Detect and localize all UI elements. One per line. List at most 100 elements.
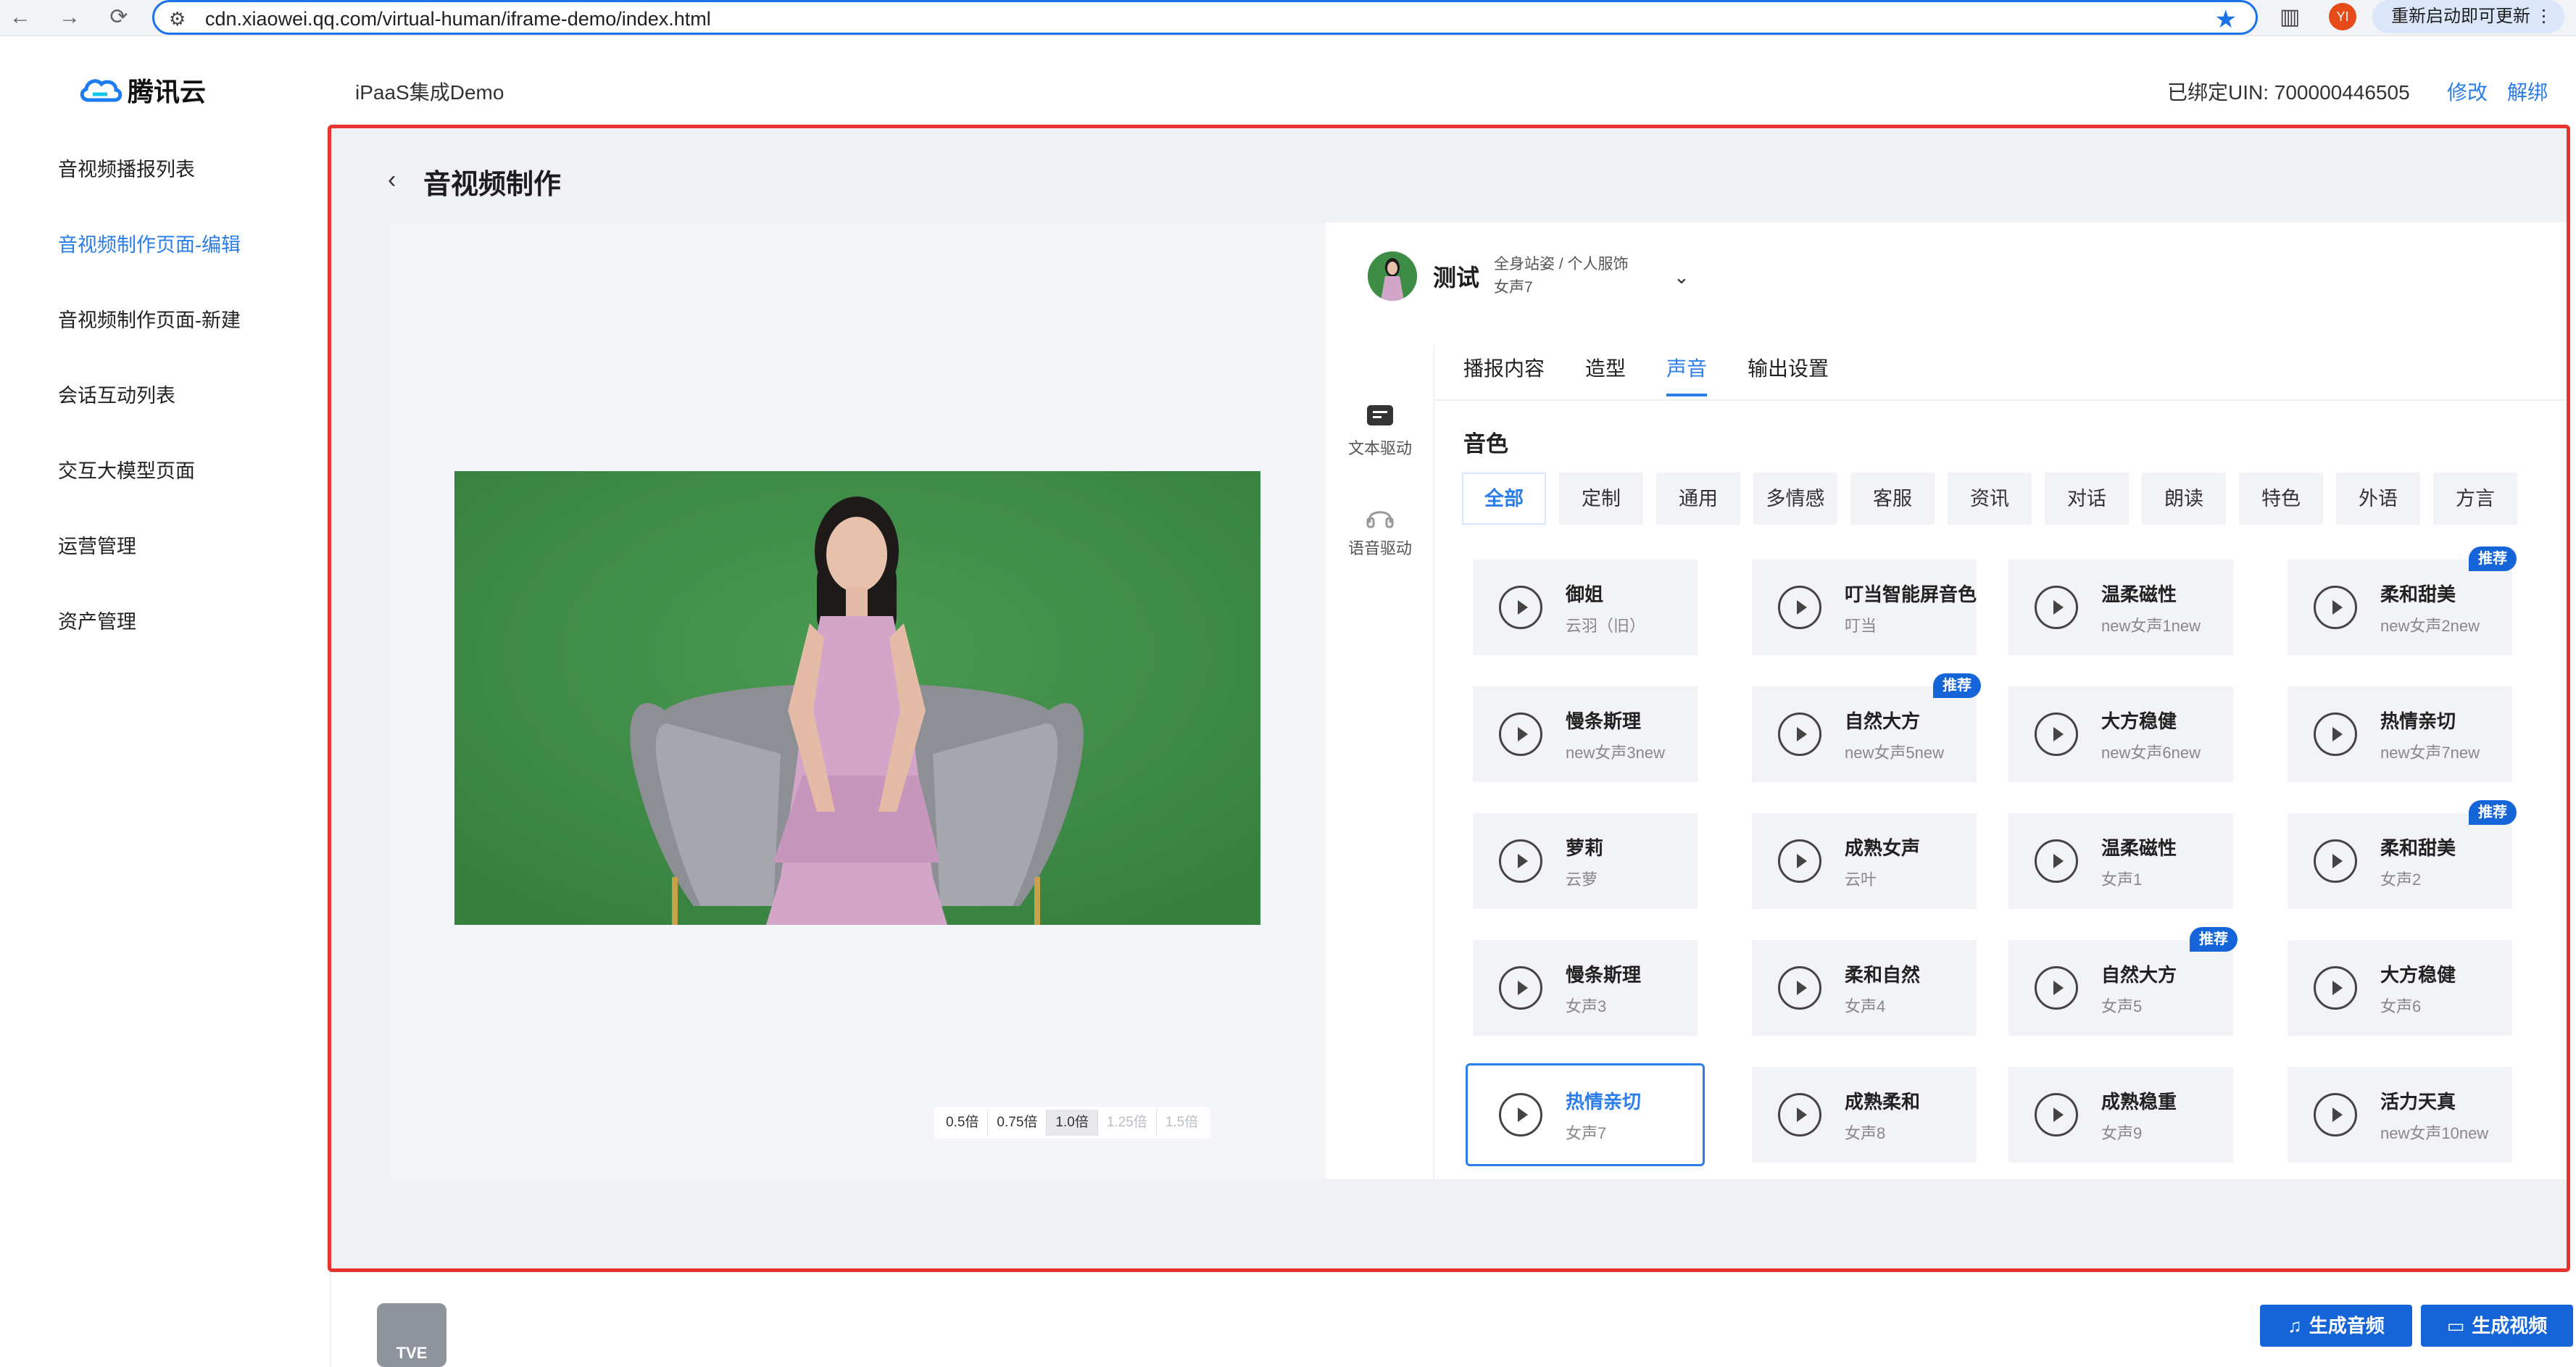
bookmark-star-icon[interactable]: ★ <box>2215 5 2237 34</box>
edit-uin-link[interactable]: 修改 <box>2447 77 2488 106</box>
voice-card[interactable]: 温柔磁性 new女声1new <box>2008 560 2233 655</box>
text-drive-icon <box>1367 405 1393 425</box>
sidebar-item-production-edit[interactable]: 音视频制作页面-编辑 <box>58 229 241 257</box>
voice-card[interactable]: 成熟稳重 女声9 <box>2008 1067 2233 1163</box>
play-icon[interactable] <box>2314 712 2357 756</box>
play-icon[interactable] <box>1778 1093 1821 1137</box>
play-icon[interactable] <box>1499 839 1542 883</box>
category-custom[interactable]: 定制 <box>1559 473 1643 525</box>
voice-card-selected[interactable]: 热情亲切 女声7 <box>1466 1063 1705 1166</box>
speed-option-1-5x[interactable]: 1.5倍 <box>1157 1110 1207 1136</box>
voice-id: new女声3new <box>1566 744 1665 762</box>
voice-id: 叮当 <box>1845 617 1877 635</box>
voice-drive-tool[interactable]: 语音驱动 <box>1326 504 1434 559</box>
voice-card[interactable]: 大方稳健 女声6 <box>2288 940 2512 1036</box>
voice-card[interactable]: 柔和自然 女声4 <box>1752 940 1977 1036</box>
generate-audio-button[interactable]: ♫ 生成音频 <box>2260 1305 2412 1347</box>
tab-output-settings[interactable]: 输出设置 <box>1748 353 1829 396</box>
voice-card[interactable]: 推荐 自然大方 new女声5new <box>1752 673 1981 782</box>
forward-arrow-icon[interactable]: → <box>55 3 84 32</box>
voice-name: 活力天真 <box>2380 1091 2456 1113</box>
voice-card[interactable]: 推荐 自然大方 女声5 <box>2008 927 2238 1036</box>
back-arrow-icon[interactable]: ← <box>6 3 35 32</box>
play-icon[interactable] <box>1778 712 1821 756</box>
tab-broadcast-content[interactable]: 播报内容 <box>1463 353 1545 396</box>
avatar-selector[interactable]: 测试 全身站姿 / 个人服饰 女声7 <box>1368 252 1629 301</box>
speed-option-1-25x[interactable]: 1.25倍 <box>1098 1110 1157 1136</box>
update-label: 重新启动即可更新 <box>2391 7 2530 26</box>
play-icon[interactable] <box>1778 966 1821 1010</box>
avatar-video-preview[interactable] <box>454 471 1260 925</box>
sidebar-item-session-list[interactable]: 会话互动列表 <box>58 380 175 408</box>
play-icon[interactable] <box>2035 966 2078 1010</box>
text-drive-tool[interactable]: 文本驱动 <box>1326 404 1434 459</box>
generate-video-button[interactable]: ▭ 生成视频 <box>2421 1305 2573 1347</box>
sidebar-item-production-new[interactable]: 音视频制作页面-新建 <box>58 304 241 333</box>
voice-card[interactable]: 成熟女声 云叶 <box>1752 813 1977 909</box>
back-chevron-icon[interactable]: ‹ <box>388 166 396 194</box>
tab-appearance[interactable]: 造型 <box>1585 353 1626 396</box>
category-emotional[interactable]: 多情感 <box>1753 473 1837 525</box>
voice-id: new女声10new <box>2380 1124 2489 1142</box>
play-icon[interactable] <box>2314 586 2357 629</box>
speed-option-0-5x[interactable]: 0.5倍 <box>937 1110 989 1136</box>
tencent-cloud-logo: 腾讯云 <box>78 71 206 109</box>
play-icon[interactable] <box>2314 966 2357 1010</box>
voice-card[interactable]: 成熟柔和 女声8 <box>1752 1067 1977 1163</box>
chevron-down-icon[interactable]: ⌄ <box>1674 266 1690 288</box>
play-icon[interactable] <box>1499 1093 1542 1137</box>
play-icon[interactable] <box>1778 586 1821 629</box>
category-dialogue[interactable]: 对话 <box>2045 473 2129 525</box>
voice-drive-label: 语音驱动 <box>1347 539 1412 557</box>
category-news[interactable]: 资讯 <box>1948 473 2032 525</box>
reload-icon[interactable]: ⟳ <box>104 3 133 32</box>
recommended-badge: 推荐 <box>2469 800 2517 825</box>
tab-voice[interactable]: 声音 <box>1666 353 1708 396</box>
play-icon[interactable] <box>2035 712 2078 756</box>
update-button[interactable]: 重新启动即可更新 ⋮ <box>2372 0 2564 33</box>
site-settings-icon[interactable]: ⚙ <box>169 8 186 30</box>
address-bar[interactable]: ⚙ cdn.xiaowei.qq.com/virtual-human/ifram… <box>152 0 2258 35</box>
voice-card[interactable]: 御姐 云羽（旧） <box>1473 560 1698 655</box>
play-icon[interactable] <box>2314 1093 2357 1137</box>
voice-name: 成熟柔和 <box>1845 1091 1921 1113</box>
profile-avatar[interactable]: YI <box>2329 3 2356 30</box>
voice-card[interactable]: 慢条斯理 new女声3new <box>1473 686 1698 782</box>
category-reading[interactable]: 朗读 <box>2142 473 2226 525</box>
voice-card[interactable]: 推荐 柔和甜美 女声2 <box>2288 800 2517 909</box>
category-customer-service[interactable]: 客服 <box>1850 473 1935 525</box>
voice-id: 女声5 <box>2101 997 2143 1015</box>
unbind-link[interactable]: 解绑 <box>2507 77 2548 106</box>
voice-card[interactable]: 热情亲切 new女声7new <box>2288 686 2512 782</box>
side-panel-icon[interactable]: ▥ <box>2280 4 2300 30</box>
speed-option-0-75x[interactable]: 0.75倍 <box>988 1110 1047 1136</box>
voice-card[interactable]: 活力天真 new女声10new <box>2288 1067 2512 1163</box>
speed-option-1-0x[interactable]: 1.0倍 <box>1047 1110 1098 1136</box>
category-featured[interactable]: 特色 <box>2239 473 2323 525</box>
category-general[interactable]: 通用 <box>1656 473 1740 525</box>
category-foreign[interactable]: 外语 <box>2336 473 2420 525</box>
play-icon[interactable] <box>1499 712 1542 756</box>
play-icon[interactable] <box>1499 966 1542 1010</box>
sidebar-item-operations[interactable]: 运营管理 <box>58 531 136 559</box>
sidebar-item-broadcast-list[interactable]: 音视频播报列表 <box>58 154 195 182</box>
voice-card[interactable]: 叮当智能屏音色 叮当 <box>1752 560 1977 655</box>
play-icon[interactable] <box>1499 586 1542 629</box>
avatar-voice: 女声7 <box>1494 279 1533 296</box>
play-icon[interactable] <box>1778 839 1821 883</box>
category-all[interactable]: 全部 <box>1462 473 1546 525</box>
voice-id: new女声2new <box>2380 617 2480 635</box>
voice-card[interactable]: 慢条斯理 女声3 <box>1473 940 1698 1036</box>
voice-card[interactable]: 大方稳健 new女声6new <box>2008 686 2233 782</box>
play-icon[interactable] <box>2314 839 2357 883</box>
play-icon[interactable] <box>2035 1093 2078 1137</box>
play-icon[interactable] <box>2035 586 2078 629</box>
voice-card[interactable]: 温柔磁性 女声1 <box>2008 813 2233 909</box>
sidebar-item-llm-page[interactable]: 交互大模型页面 <box>58 455 195 483</box>
voice-card[interactable]: 萝莉 云萝 <box>1473 813 1698 909</box>
play-icon[interactable] <box>2035 839 2078 883</box>
voice-name: 大方稳健 <box>2101 710 2177 732</box>
sidebar-item-assets[interactable]: 资产管理 <box>58 606 136 634</box>
category-dialect[interactable]: 方言 <box>2433 473 2517 525</box>
voice-card[interactable]: 推荐 柔和甜美 new女声2new <box>2288 547 2517 655</box>
